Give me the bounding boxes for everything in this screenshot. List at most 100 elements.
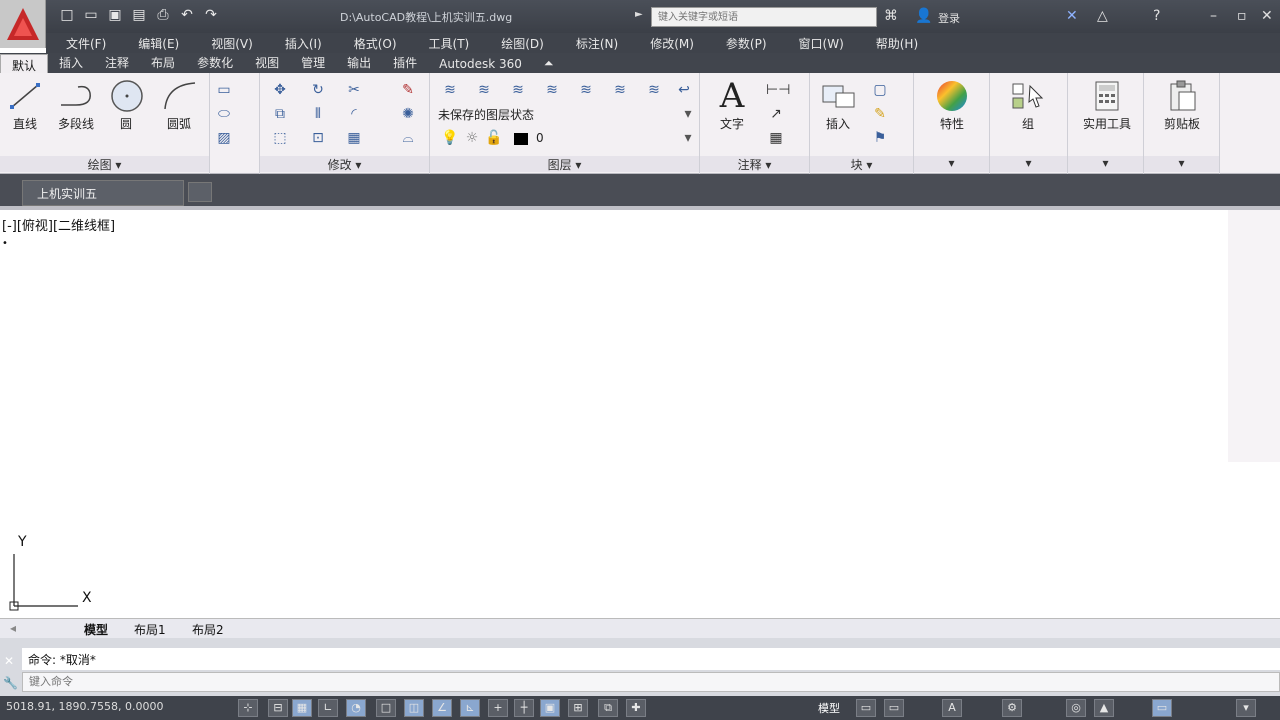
viewport-controls[interactable]: [-][俯视][二维线框] [2,215,115,234]
tab-insert[interactable]: 插入 [48,54,94,73]
layer-match-icon[interactable]: ≋ [508,81,528,99]
search-results-icon[interactable]: ⌘ [884,8,898,24]
tab-view[interactable]: 视图 [244,54,290,73]
save-as-icon[interactable]: ▤ [130,6,148,24]
polar-toggle[interactable]: ◔ [346,699,366,717]
group-button[interactable]: 组 [1006,79,1050,132]
clipboard-button[interactable]: 剪贴板 [1154,79,1210,132]
menu-parameters[interactable]: 参数(P) [706,35,779,52]
first-tab-icon[interactable]: ◂ [10,621,16,635]
layers-panel-title[interactable]: 图层 ▾ [430,156,699,172]
leader-icon[interactable]: ↗ [766,105,786,123]
tab-layout[interactable]: 布局 [140,54,186,73]
open-file-icon[interactable]: ▭ [82,6,100,24]
array-icon[interactable]: ▦ [344,129,364,147]
layer-lock-icon[interactable]: ↩ [674,81,694,99]
block-attribute-icon[interactable]: ⚑ [870,129,890,147]
dynamic-input-toggle[interactable]: + [488,699,508,717]
menu-draw[interactable]: 绘图(D) [481,35,556,52]
ribbon-toggle-icon[interactable]: ⏶ [533,56,565,73]
menu-window[interactable]: 窗口(W) [779,35,856,52]
copy-icon[interactable]: ⧉ [270,105,290,123]
tab-manage[interactable]: 管理 [290,54,336,73]
print-icon[interactable]: ⎙ [154,6,172,24]
menu-format[interactable]: 格式(O) [334,35,409,52]
ellipse-icon[interactable]: ⬭ [214,105,234,123]
properties-panel-expand[interactable]: ▾ [914,156,989,172]
layer-properties-icon[interactable]: ≋ [440,81,460,99]
new-tab-button[interactable] [188,182,212,202]
menu-dimension[interactable]: 标注(N) [556,35,630,52]
drawing-canvas[interactable]: [-][俯视][二维线框] • [0,210,1280,618]
clean-screen-icon[interactable]: ▭ [1152,699,1172,717]
transparency-toggle[interactable]: ▣ [540,699,560,717]
trim-icon[interactable]: ✂ [344,81,364,99]
quick-view-drawings-icon[interactable]: ▭ [884,699,904,717]
block-panel-title[interactable]: 块 ▾ [810,156,913,172]
offset-icon[interactable]: ⌓ [398,129,418,147]
layer-dropdown-arrow-icon[interactable]: ▾ [678,129,698,147]
new-file-icon[interactable]: □ [58,6,76,24]
mirror-icon[interactable]: ⫴ [308,105,328,123]
wrench-icon[interactable]: 🔧 [3,676,18,690]
table-icon[interactable]: ▦ [766,129,786,147]
tab-annotate[interactable]: 注释 [94,54,140,73]
ortho-toggle[interactable]: ∟ [318,699,338,717]
move-icon[interactable]: ✥ [270,81,290,99]
sun-icon[interactable]: ☼ [462,129,482,147]
stretch-icon[interactable]: ⬚ [270,129,290,147]
title-arrow-icon[interactable]: ► [635,9,643,20]
menu-tools[interactable]: 工具(T) [409,35,482,52]
menu-modify[interactable]: 修改(M) [630,35,706,52]
quick-view-layouts-icon[interactable]: ▭ [856,699,876,717]
layout-tab-model[interactable]: 模型 [84,621,108,638]
create-block-icon[interactable]: ▢ [870,81,890,99]
layer-previous-icon[interactable]: ≋ [542,81,562,99]
document-tab[interactable]: 上机实训五 [22,180,184,206]
edit-block-icon[interactable]: ✎ [870,105,890,123]
close-command-icon[interactable]: ✕ [4,654,14,668]
menu-view[interactable]: 视图(V) [191,35,265,52]
minimize-icon[interactable]: – [1210,8,1217,24]
osnap-toggle[interactable]: □ [376,699,396,717]
layer-state-dropdown-arrow-icon[interactable]: ▾ [678,105,698,123]
menu-help[interactable]: 帮助(H) [856,35,930,52]
modify-panel-title[interactable]: 修改 ▾ [260,156,429,172]
annotation-panel-title[interactable]: 注释 ▾ [700,156,809,172]
tab-output[interactable]: 输出 [336,54,382,73]
properties-button[interactable]: 特性 [928,79,976,132]
tab-plugins[interactable]: 插件 [382,54,428,73]
text-button[interactable]: A 文字 [710,76,754,132]
lightbulb-icon[interactable]: 💡 [440,129,460,147]
triangle-icon[interactable]: △ [1097,8,1108,24]
tab-parametric[interactable]: 参数化 [186,54,244,73]
layer-stack-icon[interactable]: ≋ [474,81,494,99]
command-input[interactable] [22,672,1280,692]
draw-panel-title[interactable]: 绘图 ▾ [0,156,209,172]
isolate-objects-icon[interactable]: ◎ [1066,699,1086,717]
fillet-icon[interactable]: ◜ [344,105,364,123]
otrack-toggle[interactable]: ∠ [432,699,452,717]
annotation-monitor-toggle[interactable]: ✚ [626,699,646,717]
insert-block-button[interactable]: 插入 [816,79,860,132]
3d-osnap-toggle[interactable]: ◫ [404,699,424,717]
arc-button[interactable]: 圆弧 [156,79,202,132]
layer-off-icon[interactable]: ≋ [644,81,664,99]
unlock-icon[interactable]: 🔓 [484,129,504,147]
sign-in-link[interactable]: 登录 [938,10,960,26]
user-icon[interactable]: 👤 [915,8,932,24]
close-icon[interactable]: ✕ [1261,8,1273,24]
search-input[interactable] [651,7,877,27]
rectangle-icon[interactable]: ▭ [214,81,234,99]
tab-default[interactable]: 默认 [0,54,49,73]
selection-cycling-toggle[interactable]: ⧉ [598,699,618,717]
undo-icon[interactable]: ↶ [178,6,196,24]
hardware-acceleration-icon[interactable]: ▲ [1094,699,1114,717]
line-button[interactable]: 直线 [4,79,46,132]
current-layer[interactable]: 0 [536,131,544,145]
quick-properties-toggle[interactable]: ⊞ [568,699,588,717]
snap-toggle[interactable]: ⊟ [268,699,288,717]
layout-tab-layout1[interactable]: 布局1 [134,621,166,638]
infer-constraints-toggle[interactable]: ⊹ [238,699,258,717]
application-menu-button[interactable] [0,0,46,48]
